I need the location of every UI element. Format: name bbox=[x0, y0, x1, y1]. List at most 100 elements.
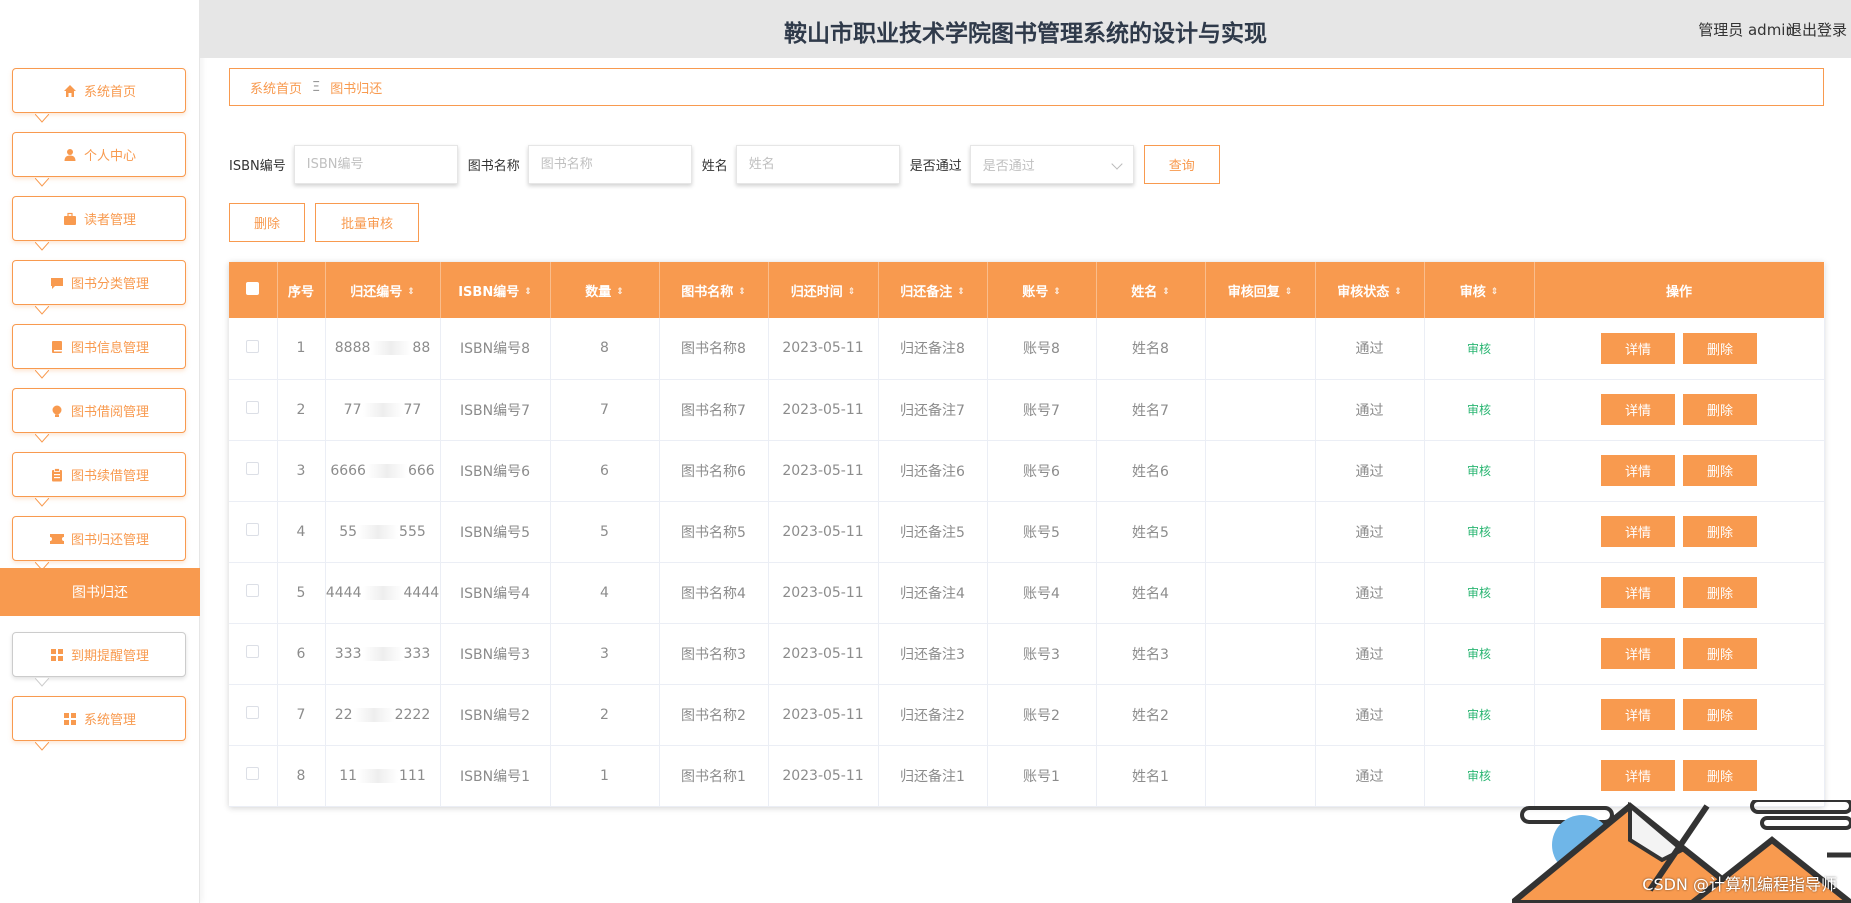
row-checkbox[interactable] bbox=[246, 767, 260, 780]
cell-qty: 3 bbox=[550, 623, 660, 684]
cell-review[interactable]: 审核 bbox=[1424, 501, 1535, 562]
column-header[interactable]: 归还备注 ⇕ bbox=[878, 262, 988, 318]
redaction-blur bbox=[362, 585, 403, 600]
row-checkbox[interactable] bbox=[246, 462, 260, 475]
sort-icon[interactable]: ⇕ bbox=[1491, 287, 1499, 297]
row-delete-button[interactable]: 删除 bbox=[1683, 516, 1757, 547]
column-header[interactable]: 数量 ⇕ bbox=[550, 262, 660, 318]
column-header[interactable]: ISBN编号 ⇕ bbox=[440, 262, 551, 318]
isbn-input[interactable] bbox=[293, 145, 458, 184]
sidebar-item-book-category[interactable]: 图书分类管理 bbox=[12, 260, 186, 315]
cell-name: 图书名称5 bbox=[659, 501, 769, 562]
column-header[interactable]: 审核 ⇕ bbox=[1424, 262, 1535, 318]
cell-review[interactable]: 审核 bbox=[1424, 379, 1535, 440]
sidebar-item-readers[interactable]: 读者管理 bbox=[12, 196, 186, 251]
bulb-icon bbox=[49, 403, 65, 419]
sort-icon[interactable]: ⇕ bbox=[407, 287, 415, 297]
chevron-down-icon bbox=[1111, 158, 1123, 170]
detail-button[interactable]: 详情 bbox=[1601, 332, 1675, 364]
detail-button[interactable]: 详情 bbox=[1601, 577, 1675, 608]
cell-status: 通过 bbox=[1315, 318, 1425, 379]
table-row: 2 77 77 ISBN编号7 7 图书名称7 2023-05-11 归还备注7 账号7 姓名7 通… bbox=[229, 379, 1825, 440]
row-delete-button[interactable]: 删除 bbox=[1683, 577, 1757, 608]
select-all-header bbox=[229, 262, 278, 318]
cell-review[interactable]: 审核 bbox=[1424, 623, 1535, 684]
sidebar-item-due-reminder[interactable]: 到期提醒管理 bbox=[12, 632, 186, 687]
cell-return-code: 55 555 bbox=[325, 501, 441, 562]
cell-review[interactable]: 审核 bbox=[1424, 562, 1535, 623]
cell-operations: 详情 删除 bbox=[1534, 318, 1825, 379]
sidebar-item-home[interactable]: 系统首页 bbox=[12, 68, 186, 123]
column-header[interactable]: 归还编号 ⇕ bbox=[325, 262, 441, 318]
row-delete-button[interactable]: 删除 bbox=[1683, 638, 1757, 669]
row-select-cell bbox=[229, 501, 278, 562]
detail-button[interactable]: 详情 bbox=[1601, 455, 1675, 486]
cell-person: 姓名4 bbox=[1096, 562, 1206, 623]
cell-reply bbox=[1205, 684, 1316, 745]
detail-button[interactable]: 详情 bbox=[1601, 516, 1675, 547]
row-checkbox[interactable] bbox=[246, 401, 260, 414]
select-all-checkbox[interactable] bbox=[246, 281, 260, 295]
sort-icon[interactable]: ⇕ bbox=[1285, 287, 1293, 297]
row-checkbox[interactable] bbox=[246, 706, 260, 719]
column-header[interactable]: 审核状态 ⇕ bbox=[1315, 262, 1425, 318]
sidebar-subitem-book-return[interactable]: 图书归还 bbox=[0, 568, 200, 616]
pass-select[interactable]: 是否通过 bbox=[969, 145, 1134, 184]
batch-review-button[interactable]: 批量审核 bbox=[315, 203, 419, 242]
grid-icon bbox=[49, 647, 65, 663]
query-button[interactable]: 查询 bbox=[1143, 145, 1220, 184]
sort-icon[interactable]: ⇕ bbox=[1053, 287, 1061, 297]
column-header[interactable]: 姓名 ⇕ bbox=[1096, 262, 1206, 318]
sort-icon[interactable]: ⇕ bbox=[848, 287, 856, 297]
sidebar-item-book-return[interactable]: 图书归还管理 bbox=[12, 516, 186, 571]
row-checkbox[interactable] bbox=[246, 339, 260, 353]
sidebar-item-book-renew[interactable]: 图书续借管理 bbox=[12, 452, 186, 507]
book-name-input[interactable] bbox=[527, 145, 692, 184]
column-header[interactable]: 账号 ⇕ bbox=[987, 262, 1097, 318]
sort-icon[interactable]: ⇕ bbox=[616, 287, 624, 297]
column-header[interactable]: 归还时间 ⇕ bbox=[768, 262, 879, 318]
delete-selected-button[interactable]: 删除 bbox=[229, 203, 305, 242]
row-delete-button[interactable]: 删除 bbox=[1683, 332, 1757, 364]
row-checkbox[interactable] bbox=[246, 645, 260, 658]
sort-icon[interactable]: ⇕ bbox=[524, 287, 532, 297]
row-checkbox[interactable] bbox=[246, 523, 260, 536]
row-delete-button[interactable]: 删除 bbox=[1683, 455, 1757, 486]
sort-icon[interactable]: ⇕ bbox=[738, 287, 746, 297]
cell-review[interactable]: 审核 bbox=[1424, 745, 1535, 806]
detail-button[interactable]: 详情 bbox=[1601, 760, 1675, 791]
sidebar-item-label: 系统管理 bbox=[83, 713, 136, 728]
detail-button[interactable]: 详情 bbox=[1601, 394, 1675, 425]
clipboard-icon bbox=[49, 467, 65, 483]
logout-link[interactable]: 退出登录 bbox=[1787, 19, 1847, 40]
detail-button[interactable]: 详情 bbox=[1601, 699, 1675, 730]
column-header[interactable]: 图书名称 ⇕ bbox=[659, 262, 769, 318]
sort-icon[interactable]: ⇕ bbox=[1394, 287, 1402, 297]
cell-reply bbox=[1205, 501, 1316, 562]
column-header[interactable]: 审核回复 ⇕ bbox=[1205, 262, 1316, 318]
row-delete-button[interactable]: 删除 bbox=[1683, 394, 1757, 425]
sidebar-item-book-info[interactable]: 图书信息管理 bbox=[12, 324, 186, 379]
column-header: 操作 bbox=[1534, 262, 1825, 318]
sidebar-item-book-borrow[interactable]: 图书借阅管理 bbox=[12, 388, 186, 443]
cell-isbn: ISBN编号2 bbox=[440, 684, 551, 745]
detail-button[interactable]: 详情 bbox=[1601, 638, 1675, 669]
row-checkbox[interactable] bbox=[246, 584, 260, 597]
row-delete-button[interactable]: 删除 bbox=[1683, 699, 1757, 730]
returns-table: 序号 归还编号 ⇕ ISBN编号 ⇕ 数量 ⇕ 图书名称 ⇕ 归还时间 ⇕ 归还备注 ⇕ 账号 ⇕ 姓名 ⇕ 审核… bbox=[229, 262, 1825, 807]
sidebar-item-system[interactable]: 系统管理 bbox=[12, 696, 186, 751]
row-select-cell bbox=[229, 745, 278, 806]
cell-person: 姓名2 bbox=[1096, 684, 1206, 745]
sidebar-item-profile[interactable]: 个人中心 bbox=[12, 132, 186, 187]
table-row: 8 11 111 ISBN编号1 1 图书名称1 2023-05-11 归还备注1 账号1 姓名1… bbox=[229, 745, 1825, 806]
sort-icon[interactable]: ⇕ bbox=[957, 287, 965, 297]
column-header-label: 姓名 bbox=[1131, 284, 1158, 300]
cell-review[interactable]: 审核 bbox=[1424, 684, 1535, 745]
sort-icon[interactable]: ⇕ bbox=[1162, 287, 1170, 297]
cell-review[interactable]: 审核 bbox=[1424, 318, 1535, 379]
column-header-label: 数量 bbox=[585, 284, 612, 300]
person-name-input[interactable] bbox=[735, 145, 900, 184]
breadcrumb-home[interactable]: 系统首页 bbox=[250, 78, 302, 97]
cell-review[interactable]: 审核 bbox=[1424, 440, 1535, 501]
row-delete-button[interactable]: 删除 bbox=[1683, 760, 1757, 791]
